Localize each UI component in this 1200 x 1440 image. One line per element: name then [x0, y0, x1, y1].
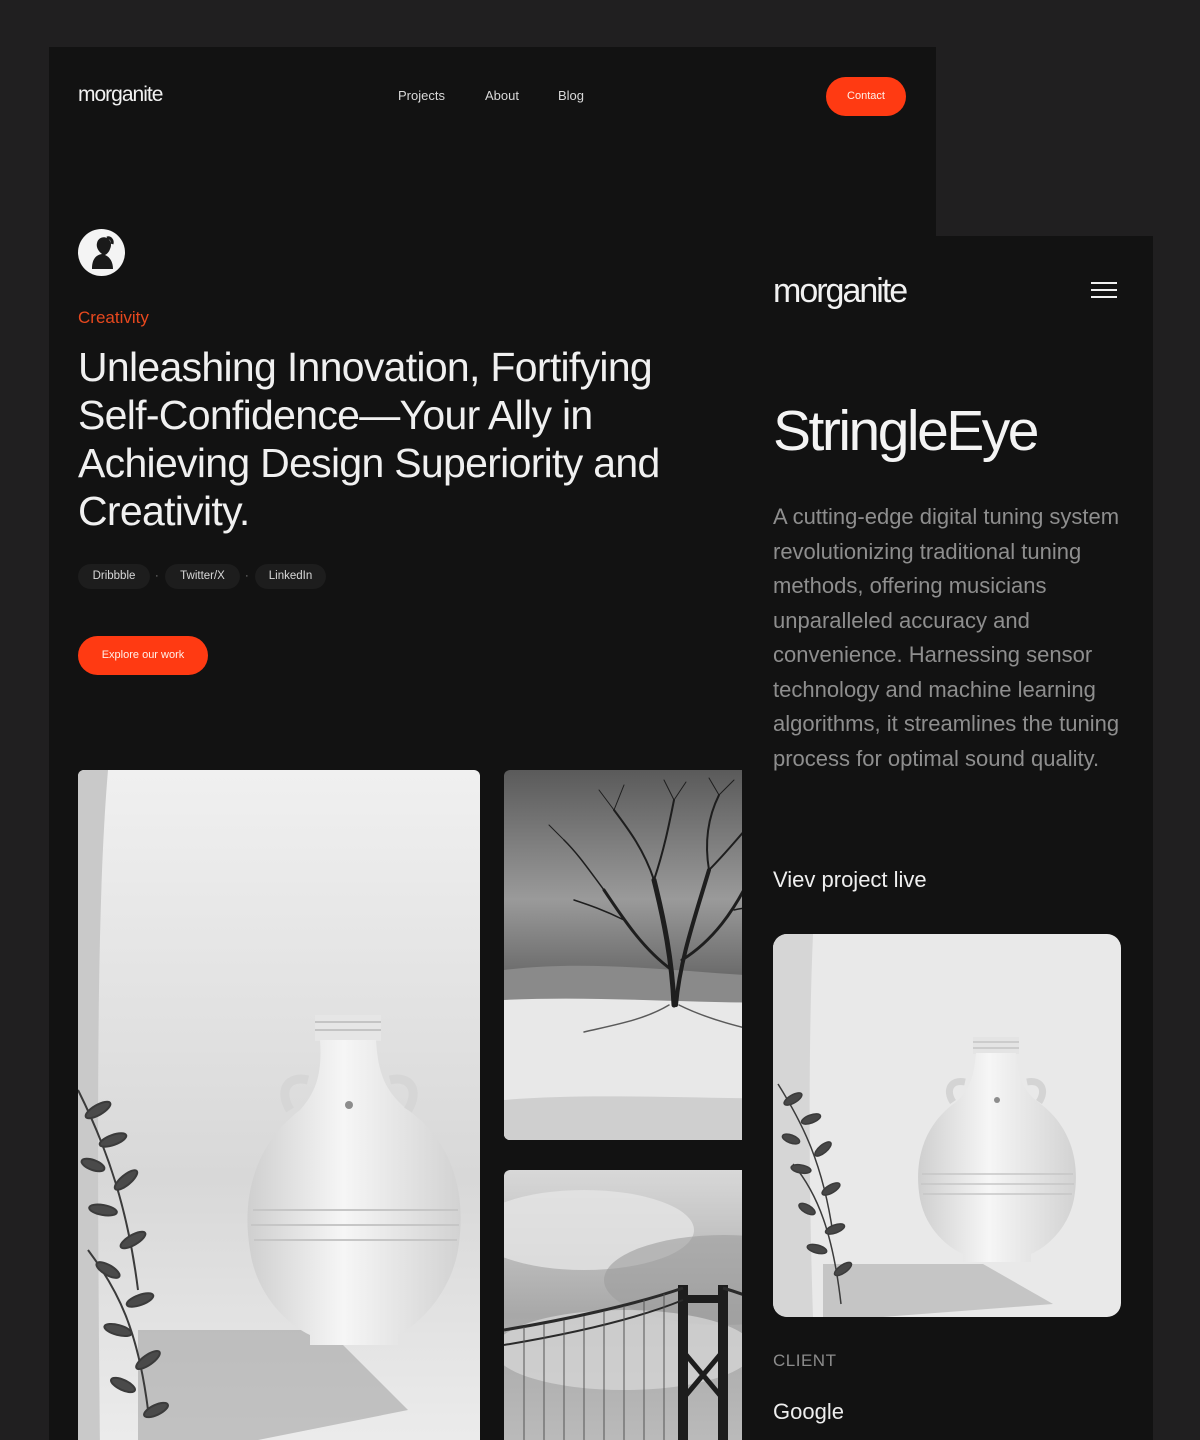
nav-link-projects[interactable]: Projects	[398, 88, 445, 103]
hero-headline: Unleashing Innovation, Fortifying Self-C…	[78, 344, 660, 534]
view-project-link[interactable]: Viev project live	[773, 867, 927, 893]
mobile-site-logo[interactable]: morganite	[773, 272, 908, 311]
contact-button[interactable]: Contact	[826, 77, 906, 116]
menu-icon-bar	[1091, 289, 1117, 291]
top-navigation: morganite Projects About Blog Contact	[49, 47, 936, 147]
hero-eyebrow: Creativity	[78, 308, 149, 327]
project-title: StringleEye	[773, 399, 1040, 463]
menu-icon-bar	[1091, 296, 1117, 298]
mobile-project-photo-vase[interactable]	[773, 934, 1121, 1317]
explore-work-button[interactable]: Explore our work	[78, 636, 208, 675]
social-separator: ·	[155, 570, 159, 582]
social-link-linkedin[interactable]: LinkedIn	[255, 564, 326, 589]
project-description: A cutting-edge digital tuning system rev…	[773, 504, 1120, 771]
client-name: Google	[773, 1399, 844, 1424]
menu-icon-bar	[1091, 282, 1117, 284]
social-separator: ·	[245, 570, 249, 582]
mobile-mockup: morganite StringleEye A cutting-edge dig…	[742, 236, 1153, 1440]
project-photo-vase[interactable]	[78, 770, 480, 1440]
social-link-dribbble[interactable]: Dribbble	[78, 564, 150, 589]
menu-icon[interactable]	[1088, 278, 1120, 306]
nav-link-about[interactable]: About	[485, 88, 519, 103]
avatar	[78, 229, 125, 276]
client-label: CLIENT	[773, 1351, 837, 1370]
nav-link-blog[interactable]: Blog	[558, 88, 584, 103]
site-logo[interactable]: morganite	[78, 83, 163, 107]
social-link-twitter[interactable]: Twitter/X	[165, 564, 240, 589]
